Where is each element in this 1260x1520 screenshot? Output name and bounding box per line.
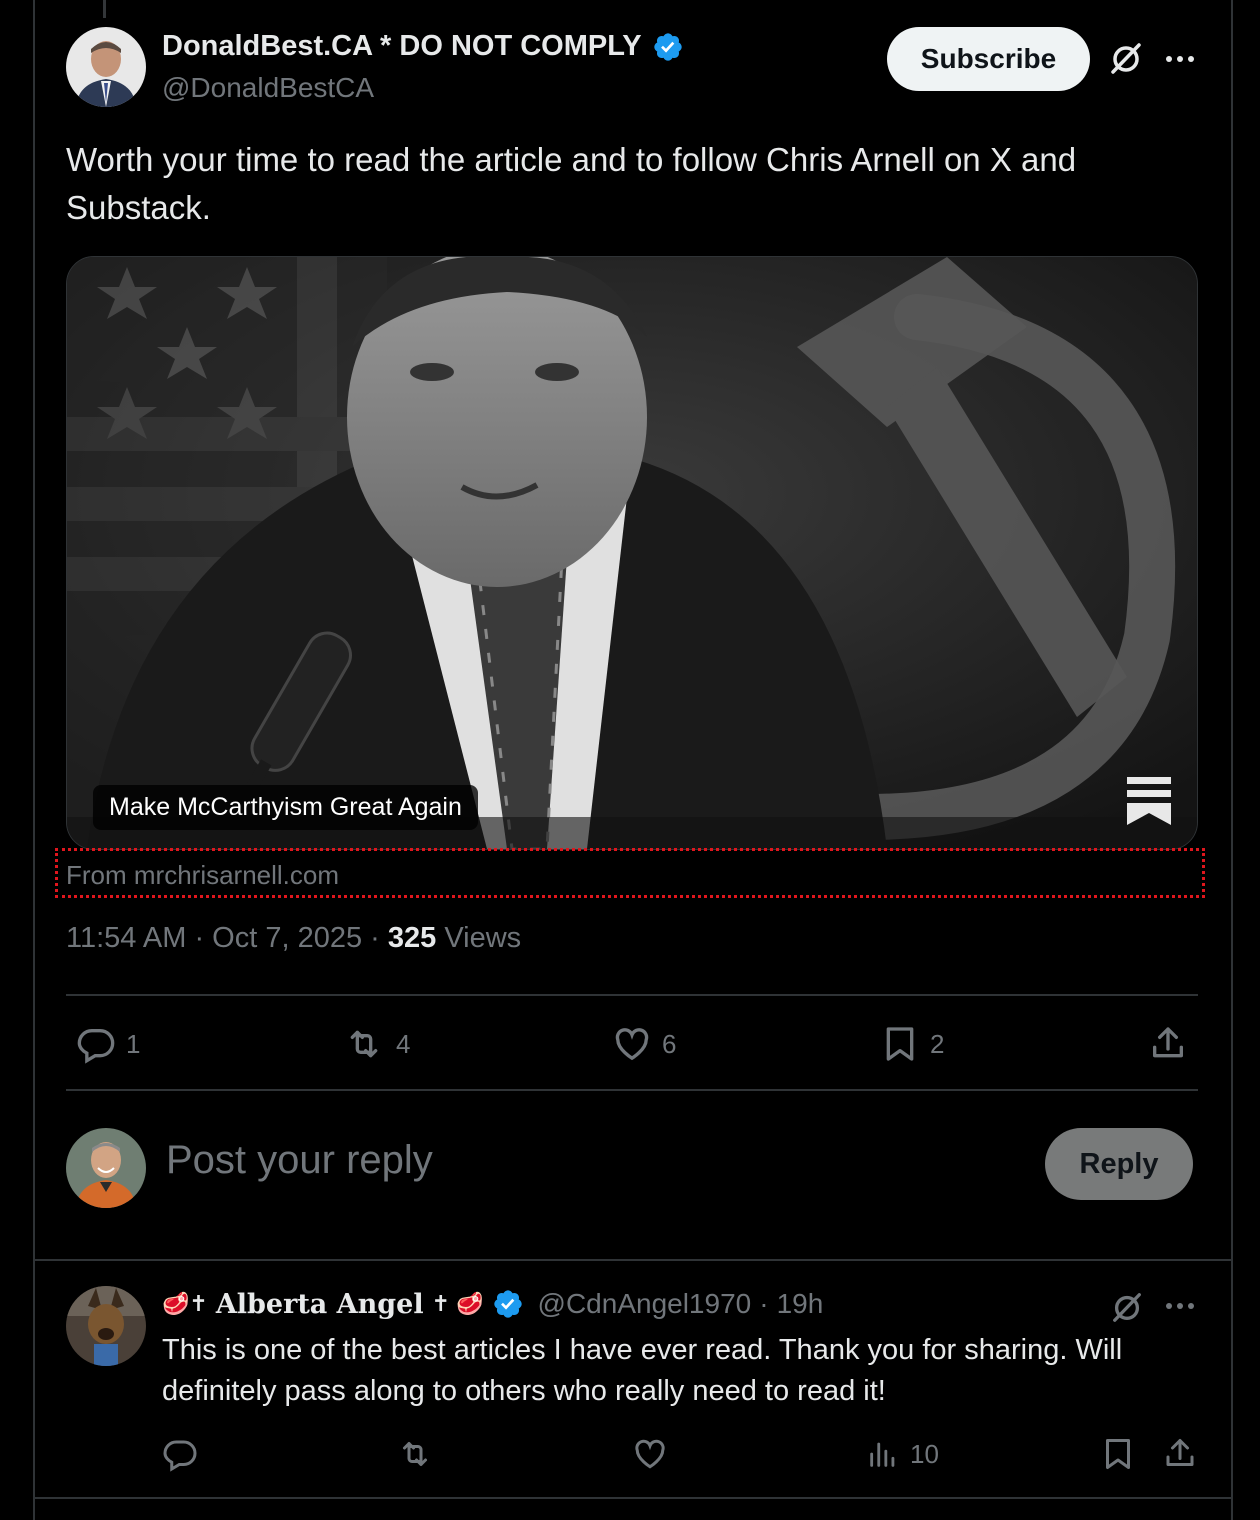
verified-badge-icon <box>653 32 682 61</box>
subscribe-button[interactable]: Subscribe <box>887 27 1090 91</box>
reply-button[interactable]: Reply <box>1045 1128 1193 1200</box>
reply-count: 1 <box>126 1028 141 1059</box>
bookmark-action[interactable]: 2 <box>880 1024 944 1064</box>
link-card[interactable]: Make McCarthyism Great Again <box>66 256 1198 850</box>
reply-repost-action[interactable] <box>396 1436 434 1472</box>
reply-more-options-icon[interactable] <box>1166 1303 1194 1309</box>
reply-like-action[interactable] <box>632 1436 668 1472</box>
like-count: 6 <box>662 1028 677 1059</box>
like-action[interactable]: 6 <box>612 1024 676 1064</box>
reply-author-avatar[interactable] <box>66 1286 146 1366</box>
card-image <box>67 257 1197 849</box>
reply-share-action[interactable] <box>1162 1436 1198 1472</box>
like-icon <box>615 1028 649 1061</box>
divider-bottom <box>66 1089 1198 1091</box>
reply-like-icon <box>635 1439 665 1469</box>
reply-repost-icon <box>403 1442 427 1466</box>
views-icon <box>870 1442 895 1467</box>
substack-icon <box>1127 777 1171 825</box>
divider-composer <box>33 1259 1231 1261</box>
reply-views-count: 10 <box>910 1438 939 1469</box>
author-handle[interactable]: @DonaldBestCA <box>162 72 374 104</box>
reply-bookmark-action[interactable] <box>1100 1436 1136 1472</box>
views-label: Views <box>444 922 522 954</box>
reply-dot-separator: · <box>759 1288 769 1319</box>
reply-author-handle[interactable]: @CdnAngel1970 <box>538 1288 752 1320</box>
reply-icon <box>77 1029 115 1064</box>
post-text: Worth your time to read the article and … <box>66 141 1077 226</box>
card-source-link[interactable]: From mrchrisarnell.com <box>55 848 1205 898</box>
divider-top <box>66 994 1198 996</box>
views-count: 325 <box>387 922 437 954</box>
post-date[interactable]: Oct 7, 2025 <box>212 922 362 954</box>
share-icon <box>1153 1027 1183 1058</box>
reply-action[interactable]: 1 <box>76 1024 140 1064</box>
divider-reply-bottom <box>33 1497 1231 1499</box>
reply-author-name-prefix: 🥩✝ <box>162 1291 208 1316</box>
reply-bookmark-icon <box>1106 1439 1130 1469</box>
grok-icon[interactable] <box>1108 40 1144 76</box>
author-avatar[interactable] <box>66 27 146 107</box>
card-title: Make McCarthyism Great Again <box>93 785 478 830</box>
reply-verified-badge-icon <box>493 1290 522 1318</box>
bookmark-icon <box>886 1027 914 1061</box>
viewer-avatar[interactable] <box>66 1128 146 1208</box>
post-meta: 11:54 AM · Oct 7, 2025 · 325 Views <box>66 922 522 954</box>
reply-views-action[interactable]: 10 <box>866 1436 939 1472</box>
reply-share-icon <box>1166 1439 1194 1466</box>
reply-text: This is one of the best articles I have … <box>162 1334 1123 1407</box>
reply-author-name-suffix: ✝ 🥩 <box>431 1291 484 1316</box>
reply-input[interactable]: Post your reply <box>166 1138 433 1183</box>
post-time[interactable]: 11:54 AM <box>66 922 186 954</box>
reply-author-row: 🥩✝ Alberta Angel ✝ 🥩 @CdnAngel1970 · 19h <box>162 1288 823 1320</box>
bookmark-count: 2 <box>930 1028 945 1059</box>
repost-icon <box>350 1030 378 1058</box>
repost-action[interactable]: 4 <box>342 1024 410 1064</box>
more-options-icon[interactable] <box>1166 56 1194 62</box>
reply-time[interactable]: 19h <box>777 1288 824 1320</box>
share-action[interactable] <box>1148 1024 1188 1064</box>
author-name-row: DonaldBest.CA * DO NOT COMPLY <box>162 30 684 63</box>
repost-count: 4 <box>396 1028 411 1059</box>
reply-reply-action[interactable] <box>162 1436 198 1472</box>
reply-grok-icon[interactable] <box>1110 1290 1144 1324</box>
reply-reply-icon <box>163 1440 197 1472</box>
thread-line <box>103 0 106 18</box>
author-display-name[interactable]: DonaldBest.CA * DO NOT COMPLY <box>162 30 642 63</box>
reply-author-name[interactable]: Alberta Angel <box>216 1289 424 1320</box>
